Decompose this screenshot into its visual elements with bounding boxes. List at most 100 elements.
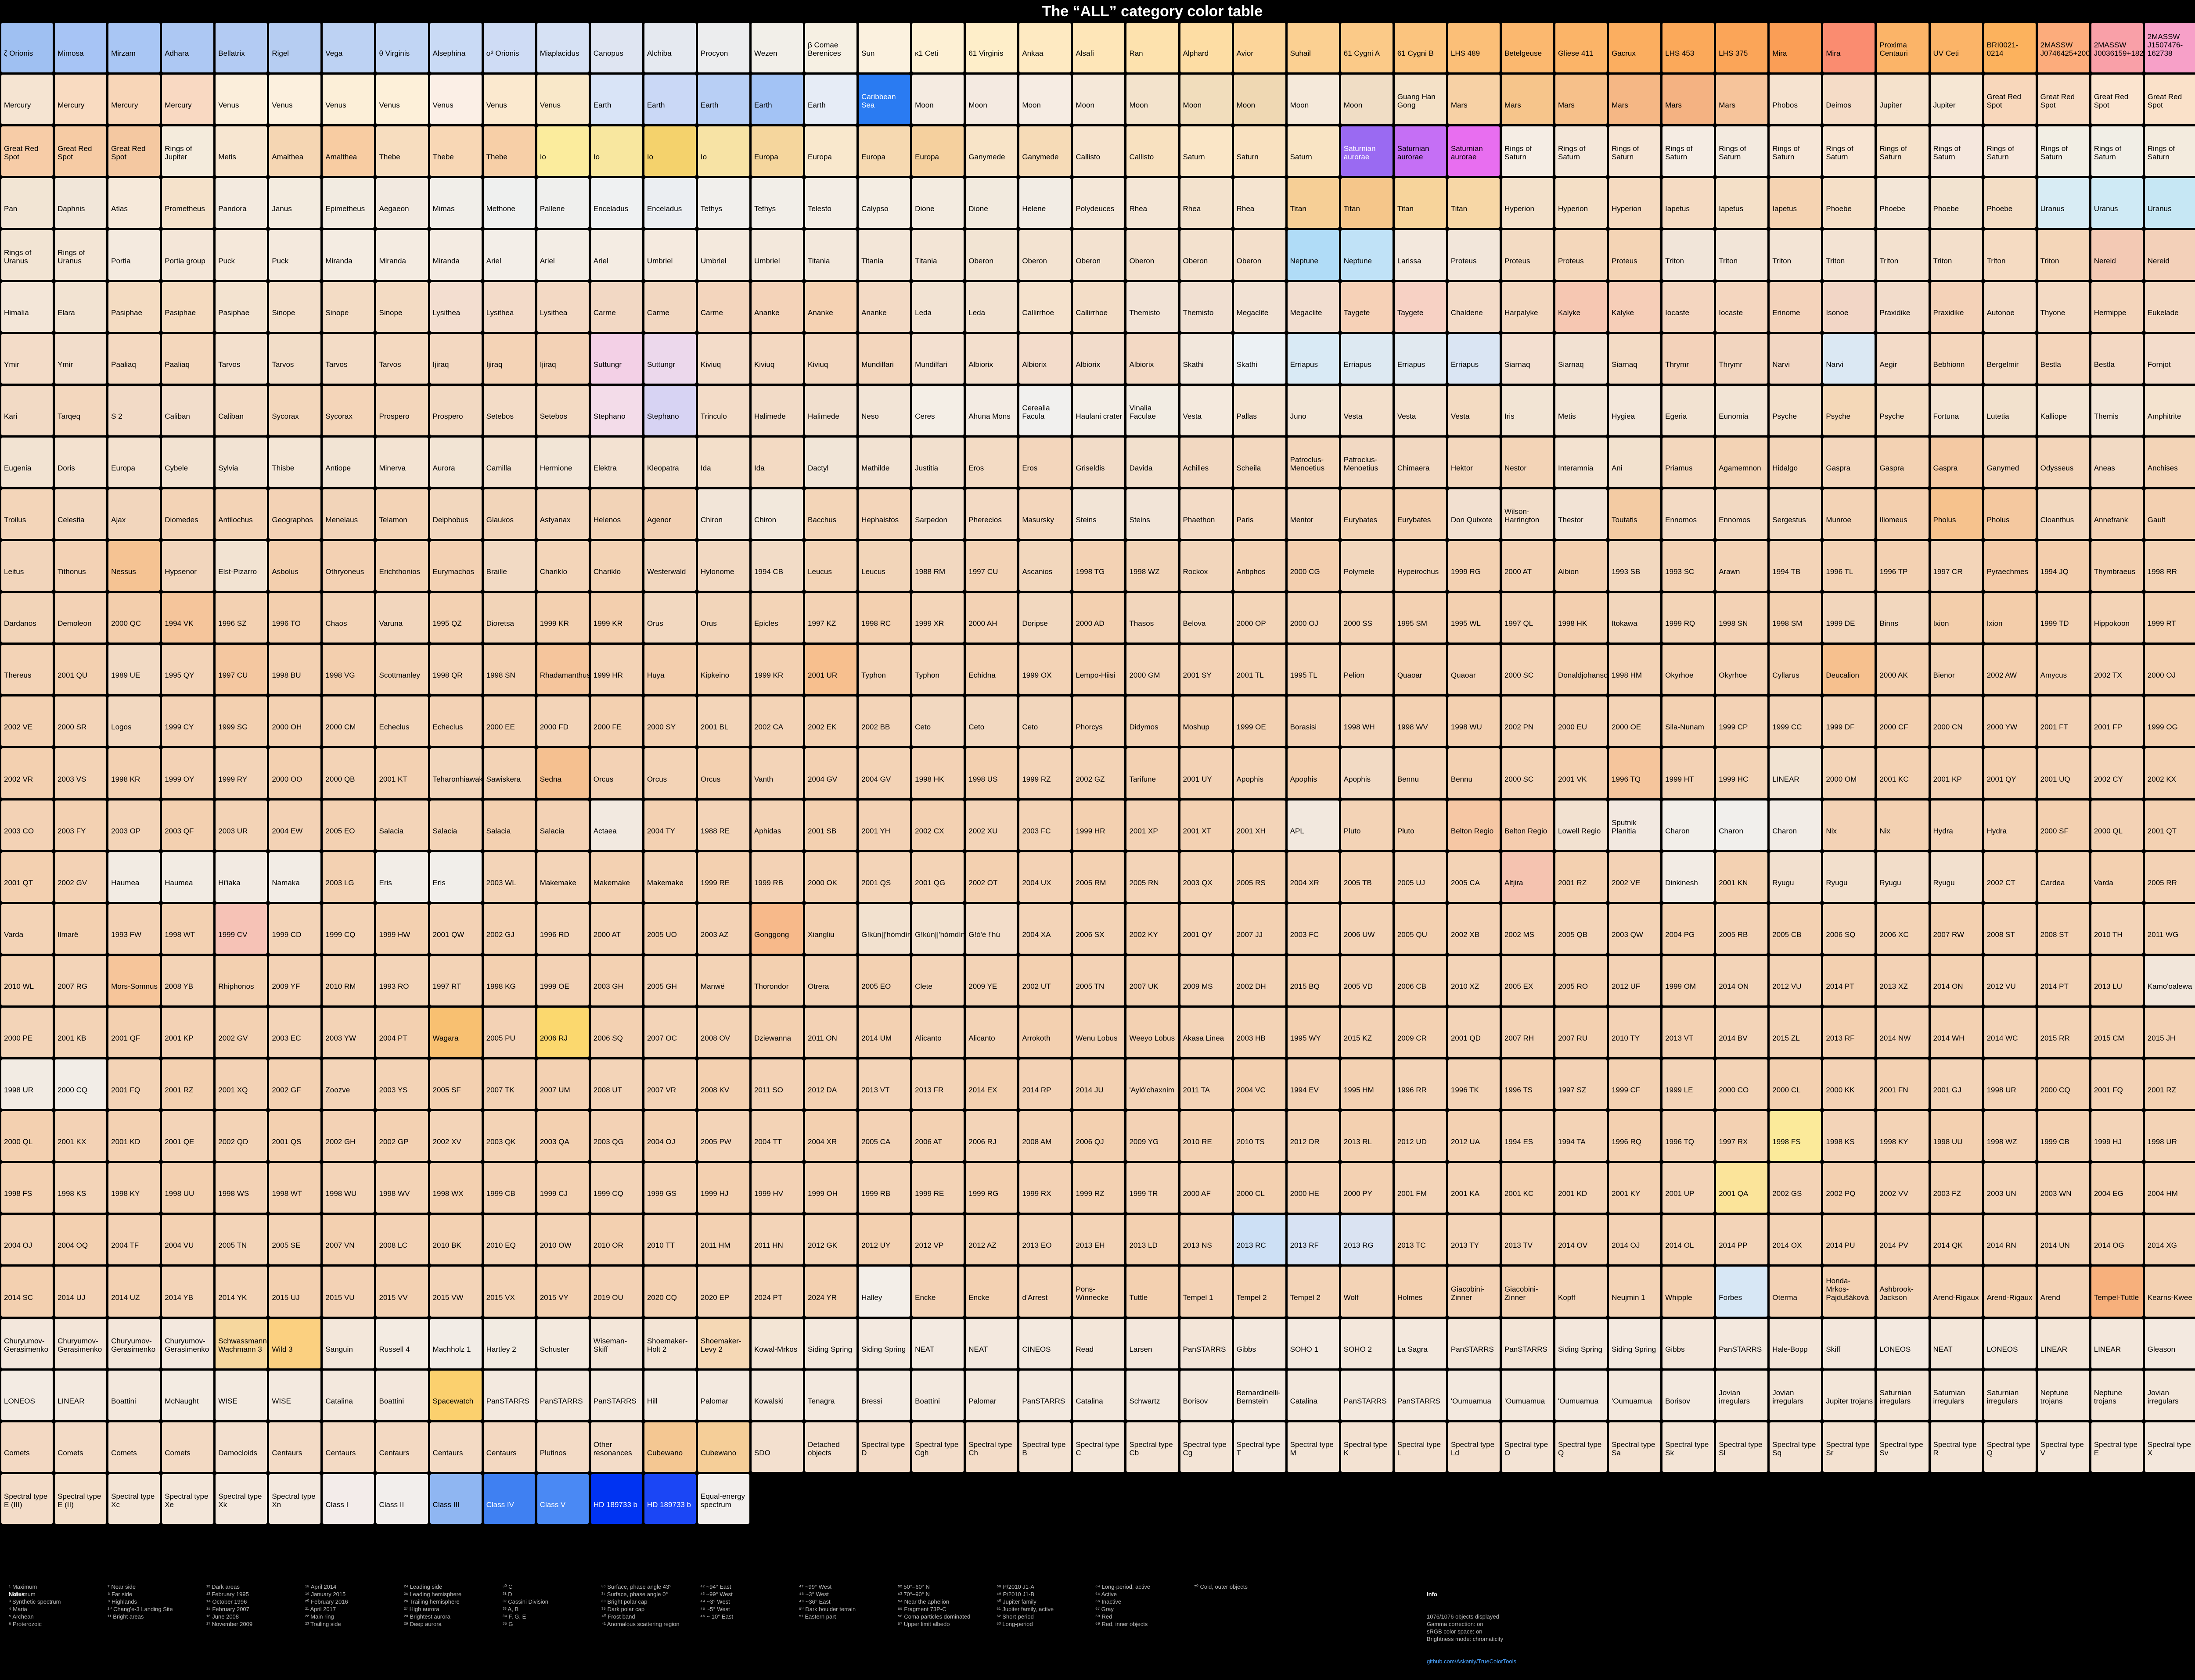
color-cell: Mimas bbox=[430, 178, 482, 228]
color-cell: 1999 TR bbox=[1126, 1163, 1178, 1213]
color-cell: Triton bbox=[1984, 230, 2036, 280]
color-cell: Read bbox=[1073, 1318, 1125, 1368]
color-cell: Phoebe bbox=[1877, 178, 1929, 228]
color-cell: Hyperion bbox=[1609, 178, 1661, 228]
color-cell: 1998 HK bbox=[912, 748, 964, 798]
color-cell: Carme bbox=[644, 282, 696, 332]
footer-link[interactable]: github.com/Askaniy/TrueColorTools bbox=[1427, 1658, 1516, 1665]
cell-label: Deimos bbox=[1826, 101, 1851, 110]
cell-label: Tempel 1 bbox=[1183, 1293, 1213, 1302]
cell-label: 2013 EH bbox=[1076, 1241, 1105, 1250]
color-cell: Ceto bbox=[966, 696, 1018, 747]
color-cell: Achilles bbox=[1180, 437, 1232, 487]
color-cell: Churyumov-Gerasimenko bbox=[55, 1318, 107, 1368]
color-cell: Albion bbox=[1555, 541, 1607, 591]
cell-label: Tuttle bbox=[1129, 1293, 1148, 1302]
cell-label: Mentor bbox=[1290, 516, 1313, 524]
color-cell: 2005 UO bbox=[644, 904, 696, 954]
color-cell: 2001 QY bbox=[1984, 748, 2036, 798]
color-cell: Tempel-Tuttle bbox=[2091, 1267, 2143, 1317]
color-cell: 1999 HV bbox=[751, 1163, 803, 1213]
cell-label: Comets bbox=[165, 1448, 191, 1457]
cell-label: 1999 HW bbox=[379, 930, 410, 939]
color-cell: Thrymr bbox=[1662, 334, 1714, 384]
color-cell: Class IV bbox=[483, 1474, 535, 1524]
cell-label: 2004 TF bbox=[111, 1241, 139, 1250]
color-cell: Earth bbox=[805, 75, 857, 125]
color-cell: Sanguin bbox=[323, 1318, 374, 1368]
cell-label: Kopff bbox=[1558, 1293, 1576, 1302]
cell-label: Aneas bbox=[2094, 463, 2115, 472]
cell-label: Spectral type O bbox=[1504, 1440, 1548, 1457]
color-cell: 2014 ON bbox=[1716, 955, 1768, 1005]
color-cell: 'Oumuamua bbox=[1448, 1370, 1500, 1420]
color-cell: Antiphos bbox=[1234, 541, 1285, 591]
color-cell: Rings of Saturn bbox=[1609, 126, 1661, 176]
cell-label: Hydra bbox=[1986, 826, 2007, 835]
cell-label: 1993 SC bbox=[1665, 567, 1695, 576]
cell-label: Encke bbox=[968, 1293, 990, 1302]
color-cell: Phaethon bbox=[1180, 489, 1232, 539]
color-cell: Belova bbox=[1180, 593, 1232, 643]
color-cell: 1998 UU bbox=[1930, 1111, 1982, 1161]
cell-label: 2000 OH bbox=[272, 723, 302, 732]
cell-label: Earth bbox=[700, 101, 719, 110]
color-cell: Ida bbox=[751, 437, 803, 487]
color-cell: ζ Orionis bbox=[1, 23, 53, 73]
cell-label: Leitus bbox=[4, 567, 24, 576]
cell-label: 2012 VU bbox=[1772, 982, 1802, 991]
color-cell: 2002 AW bbox=[1984, 645, 2036, 695]
color-cell: 1999 CV bbox=[216, 904, 267, 954]
cell-label: SDO bbox=[754, 1448, 770, 1457]
color-cell: 2003 GH bbox=[590, 955, 642, 1005]
color-cell: 2004 OJ bbox=[1, 1215, 53, 1265]
color-cell: Pallas bbox=[1234, 385, 1285, 435]
cell-label: 2003 GH bbox=[593, 982, 623, 991]
color-cell: Chiron bbox=[751, 489, 803, 539]
color-cell: 2005 RN bbox=[1126, 852, 1178, 902]
cell-label: Great Red Spot bbox=[111, 144, 146, 162]
cell-label: 2005 TB bbox=[1343, 878, 1372, 887]
cell-label: Asbolus bbox=[272, 567, 299, 576]
color-cell: 2002 GJ bbox=[483, 904, 535, 954]
cell-label: Paaliaq bbox=[165, 360, 190, 369]
color-cell: Autonoe bbox=[1984, 282, 2036, 332]
cell-label: Jovian irregulars bbox=[1719, 1388, 1750, 1405]
cell-label: 2012 AZ bbox=[968, 1241, 997, 1250]
cell-label: LINEAR bbox=[2094, 1345, 2121, 1353]
cell-label: Geographos bbox=[272, 516, 313, 524]
cell-label: 2001 QY bbox=[1183, 930, 1213, 939]
cell-label: 2003 QA bbox=[540, 1138, 569, 1146]
cell-label: Bestla bbox=[2040, 360, 2061, 369]
color-cell: 1996 RR bbox=[1394, 1059, 1446, 1109]
cell-label: Titan bbox=[1397, 205, 1414, 213]
color-cell: Rings of Saturn bbox=[1662, 126, 1714, 176]
cell-label: Erichthonios bbox=[379, 567, 421, 576]
color-cell: Tarvos bbox=[323, 334, 374, 384]
cell-label: 1999 RG bbox=[1450, 567, 1481, 576]
cell-label: Ceto bbox=[1022, 723, 1038, 732]
color-cell: 2000 KK bbox=[1823, 1059, 1875, 1109]
cell-label: 2007 RW bbox=[1933, 930, 1965, 939]
cell-label: Siding Spring bbox=[1612, 1345, 1656, 1353]
color-cell: Vesta bbox=[1394, 385, 1446, 435]
color-cell: Bellatrix bbox=[216, 23, 267, 73]
color-cell: 2000 EU bbox=[1555, 696, 1607, 747]
color-cell: Pholus bbox=[1930, 489, 1982, 539]
cell-label: Canopus bbox=[593, 49, 623, 58]
cell-label: 1999 RT bbox=[2147, 619, 2176, 628]
cell-label: 2014 YB bbox=[165, 1293, 194, 1302]
color-cell: Kiviuq bbox=[698, 334, 749, 384]
cell-label: Mercury bbox=[4, 101, 31, 110]
color-cell: Spectral type Xe bbox=[162, 1474, 214, 1524]
color-cell: 2002 GH bbox=[323, 1111, 374, 1161]
cell-label: Taygete bbox=[1343, 308, 1370, 317]
cell-label: Eukelade bbox=[2147, 308, 2179, 317]
cell-label: Echeclus bbox=[379, 723, 410, 732]
cell-label: Orus bbox=[700, 619, 717, 628]
cell-label: Hydra bbox=[1933, 826, 1953, 835]
cell-label: 2008 LC bbox=[379, 1241, 407, 1250]
color-cell: 2014 PU bbox=[1823, 1215, 1875, 1265]
color-cell: Proteus bbox=[1501, 230, 1554, 280]
cell-label: 1996 RD bbox=[540, 930, 569, 939]
